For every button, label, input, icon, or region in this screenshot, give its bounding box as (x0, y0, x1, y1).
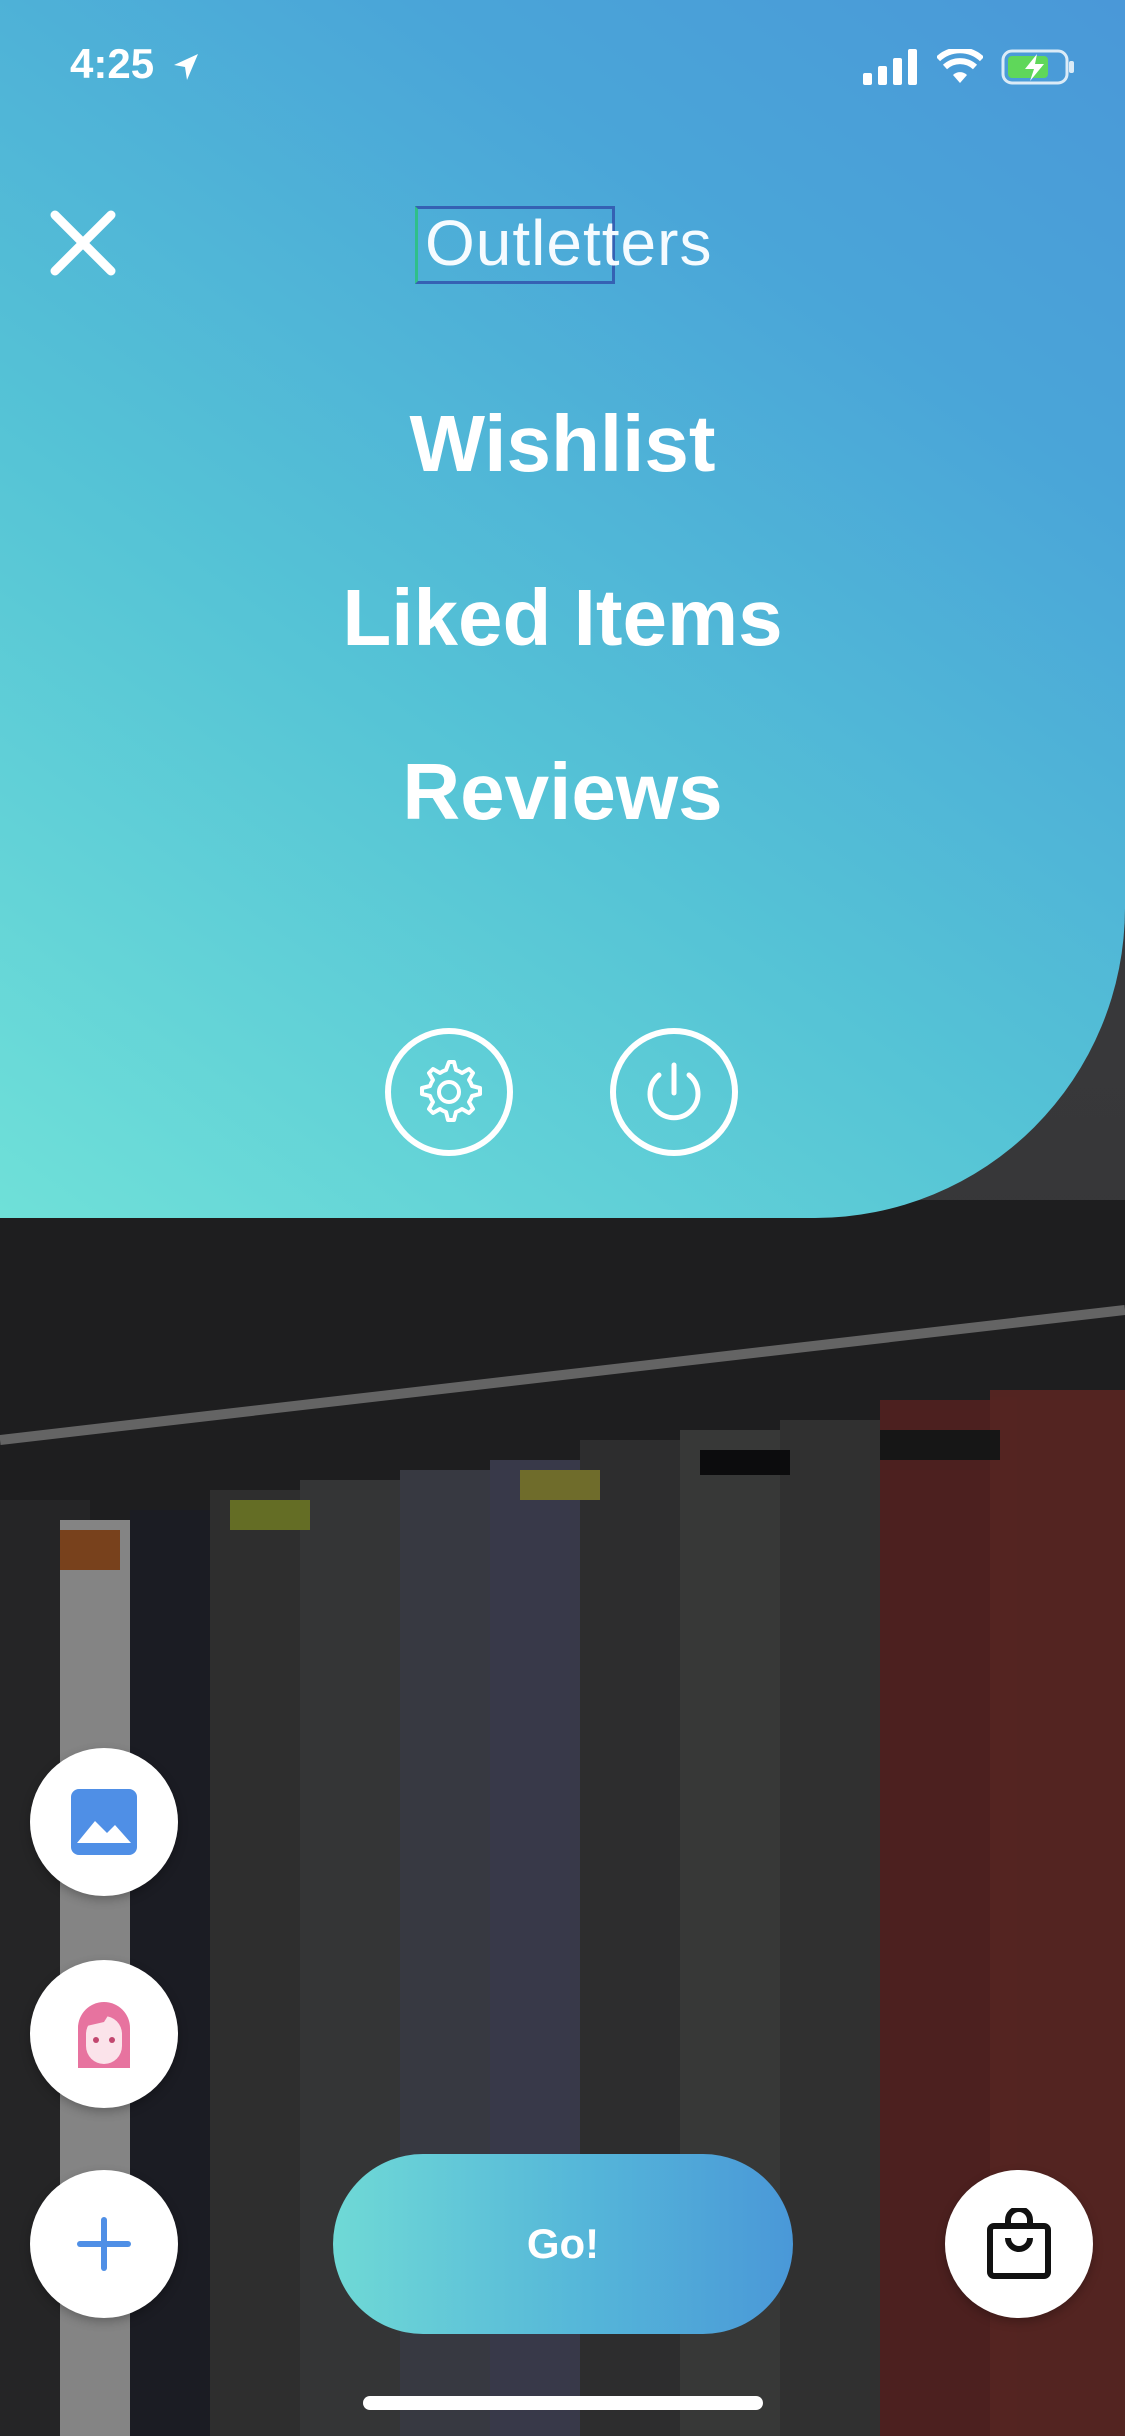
menu-item-reviews[interactable]: Reviews (0, 746, 1125, 838)
avatar-icon (78, 2002, 130, 2068)
go-button[interactable]: Go! (333, 2154, 793, 2334)
battery-charging-icon (1001, 49, 1074, 85)
close-button[interactable] (40, 200, 126, 286)
plus-icon (77, 2217, 131, 2271)
menu-item-wishlist[interactable]: Wishlist (0, 398, 1125, 490)
gear-icon (420, 1060, 482, 1122)
menu-item-liked-items[interactable]: Liked Items (0, 572, 1125, 664)
shopping-bag-button[interactable] (945, 2170, 1093, 2318)
status-time: 4:25 (70, 40, 200, 88)
wifi-icon (937, 49, 983, 83)
go-button-label: Go! (526, 2220, 600, 2267)
status-bar: 4:25 (0, 0, 1125, 140)
image-icon (71, 1789, 137, 1855)
logo-text: Outletters (425, 207, 713, 279)
app-logo: Outletters (415, 198, 755, 288)
add-button[interactable] (30, 2170, 178, 2318)
power-icon (647, 1062, 701, 1121)
logout-button[interactable] (610, 1028, 738, 1156)
cellular-signal-icon (863, 49, 917, 85)
home-indicator (363, 2396, 763, 2410)
gallery-button[interactable] (30, 1748, 178, 1896)
close-icon (50, 210, 116, 276)
status-icons (863, 48, 1075, 86)
location-arrow-icon (173, 53, 198, 80)
settings-button[interactable] (385, 1028, 513, 1156)
avatar-button[interactable] (30, 1960, 178, 2108)
shopping-bag-icon (987, 2208, 1051, 2279)
